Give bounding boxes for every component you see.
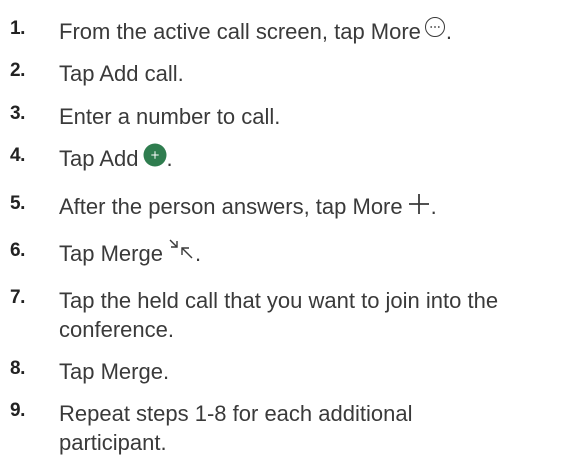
- step-text: Tap Add call.: [59, 61, 184, 86]
- step-text: Tap the held call that you want to join …: [59, 286, 564, 344]
- step-text: Tap Add.: [59, 143, 564, 173]
- step-text: From the active call screen, tap More.: [59, 17, 564, 46]
- step-text: Enter a number to call.: [59, 104, 281, 129]
- step-text-main: Tap Merge: [59, 241, 163, 266]
- step-number: 6.: [10, 240, 25, 261]
- step-text-main: After the person answers, tap More: [59, 194, 403, 219]
- step-number: 9.: [10, 400, 25, 421]
- step-number: 1.: [10, 18, 25, 39]
- step-number: 2.: [10, 60, 25, 81]
- plus-icon: [407, 192, 431, 216]
- merge-icon: [167, 238, 195, 260]
- step-text-suffix: .: [194, 241, 202, 266]
- step-text-line-1: Repeat steps 1-8 for each additional: [59, 401, 413, 426]
- step-text-line-2: conference.: [59, 317, 174, 342]
- step-text: Tap Merge.: [59, 239, 564, 268]
- step-text-line-2: participant.: [59, 430, 167, 455]
- step-number: 7.: [10, 287, 25, 308]
- step-text-suffix: .: [430, 194, 437, 219]
- step-text-suffix: .: [445, 19, 453, 44]
- step-text: Repeat steps 1-8 for each additional part…: [59, 399, 564, 457]
- more-icon: [424, 16, 446, 38]
- step-text-line-1: Tap the held call that you want to join …: [59, 288, 499, 313]
- step-number: 4.: [10, 145, 25, 166]
- step-text-main: Tap Add: [59, 146, 139, 171]
- step-text-suffix: .: [166, 146, 173, 171]
- step-number: 5.: [10, 193, 25, 214]
- add-circle-icon: [143, 143, 167, 167]
- step-text: After the person answers, tap More.: [59, 192, 564, 221]
- step-text: Tap Merge.: [59, 359, 170, 384]
- step-number: 3.: [10, 103, 25, 124]
- step-number: 8.: [10, 358, 25, 379]
- step-text-main: From the active call screen, tap More: [59, 19, 421, 44]
